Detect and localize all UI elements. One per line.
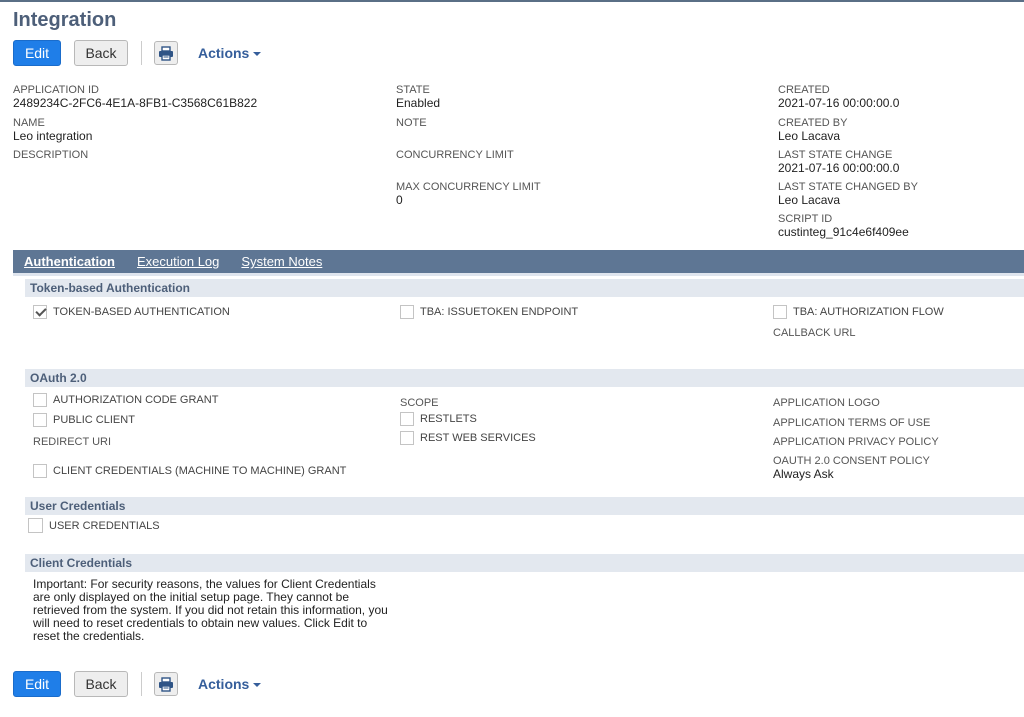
chevron-down-icon <box>253 52 262 56</box>
tba-issuetoken-endpoint-label: TBA: ISSUETOKEN ENDPOINT <box>420 306 579 318</box>
token-based-auth-label: TOKEN-BASED AUTHENTICATION <box>53 306 230 318</box>
note-label: NOTE <box>396 117 427 129</box>
privacy-policy-label: APPLICATION PRIVACY POLICY <box>773 436 939 448</box>
terms-of-use-label: APPLICATION TERMS OF USE <box>773 417 931 429</box>
checkbox-icon <box>33 413 47 427</box>
restlets-checkbox[interactable]: RESTLETS <box>400 412 477 426</box>
max-concurrency-limit-field: MAX CONCURRENCY LIMIT 0 <box>396 181 541 207</box>
last-state-change-field: LAST STATE CHANGE 2021-07-16 00:00:00.0 <box>778 149 899 175</box>
client-credentials-note: Important: For security reasons, the val… <box>33 577 388 643</box>
checkbox-icon <box>773 305 787 319</box>
tab-system-notes[interactable]: System Notes <box>230 250 333 273</box>
checkbox-icon <box>400 412 414 426</box>
token-based-auth-checkbox[interactable]: TOKEN-BASED AUTHENTICATION <box>33 305 230 319</box>
checkbox-checked-icon <box>33 305 47 319</box>
public-client-label: PUBLIC CLIENT <box>53 414 135 426</box>
name-field: NAME Leo integration <box>13 117 92 143</box>
actions-menu[interactable]: Actions <box>198 45 262 61</box>
description-label: DESCRIPTION <box>13 149 89 161</box>
client-credentials-grant-checkbox[interactable]: CLIENT CREDENTIALS (MACHINE TO MACHINE) … <box>33 464 346 478</box>
print-button[interactable] <box>154 672 178 696</box>
last-state-changed-by-value: Leo Lacava <box>778 193 841 207</box>
application-id-field: APPLICATION ID 2489234C-2FC6-4E1A-8FB1-C… <box>13 84 257 110</box>
tab-system-notes-label: System Notes <box>241 254 323 269</box>
tba-authorization-flow-checkbox[interactable]: TBA: AUTHORIZATION FLOW <box>773 305 944 319</box>
created-field: CREATED 2021-07-16 00:00:00.0 <box>778 84 899 110</box>
tba-section-header: Token-based Authentication <box>25 279 1024 297</box>
tab-execution-log-label: Execution Log <box>137 254 220 269</box>
actions-label: Actions <box>198 45 250 61</box>
name-value: Leo integration <box>13 129 93 143</box>
consent-policy-value: Always Ask <box>773 467 834 481</box>
consent-policy-label: OAUTH 2.0 CONSENT POLICY <box>773 455 930 467</box>
restlets-label: RESTLETS <box>420 413 477 425</box>
max-concurrency-limit-label: MAX CONCURRENCY LIMIT <box>396 181 541 193</box>
rest-web-services-checkbox[interactable]: REST WEB SERVICES <box>400 431 536 445</box>
tab-authentication[interactable]: Authentication <box>13 250 126 273</box>
state-value: Enabled <box>396 96 441 110</box>
note-field: NOTE <box>396 117 427 130</box>
created-value: 2021-07-16 00:00:00.0 <box>778 96 900 110</box>
application-logo-label: APPLICATION LOGO <box>773 397 880 409</box>
tba-authorization-flow-label: TBA: AUTHORIZATION FLOW <box>793 306 944 318</box>
checkbox-icon <box>400 305 414 319</box>
rest-web-services-label: REST WEB SERVICES <box>420 432 536 444</box>
public-client-checkbox[interactable]: PUBLIC CLIENT <box>33 413 135 427</box>
tab-execution-log[interactable]: Execution Log <box>126 250 230 273</box>
authorization-code-grant-label: AUTHORIZATION CODE GRANT <box>53 394 219 406</box>
checkbox-icon <box>33 464 47 478</box>
toolbar-divider <box>141 672 142 696</box>
script-id-field: SCRIPT ID custinteg_91c4e6f409ee <box>778 213 909 239</box>
actions-menu[interactable]: Actions <box>198 676 262 692</box>
printer-icon <box>159 676 173 692</box>
printer-icon <box>159 45 173 61</box>
subtab-bar: Authentication Execution Log System Note… <box>13 250 1024 273</box>
max-concurrency-limit-value: 0 <box>396 193 403 207</box>
last-state-changed-by-field: LAST STATE CHANGED BY Leo Lacava <box>778 181 918 207</box>
edit-button[interactable]: Edit <box>13 40 61 66</box>
toolbar-divider <box>141 41 142 65</box>
page-title: Integration <box>13 9 117 31</box>
client-credentials-grant-label: CLIENT CREDENTIALS (MACHINE TO MACHINE) … <box>53 465 347 477</box>
client-credentials-section-header: Client Credentials <box>25 554 1024 572</box>
concurrency-limit-field: CONCURRENCY LIMIT <box>396 149 514 162</box>
last-state-change-value: 2021-07-16 00:00:00.0 <box>778 161 900 175</box>
user-credentials-checkbox[interactable]: USER CREDENTIALS <box>28 518 160 533</box>
checkbox-icon <box>33 393 47 407</box>
created-by-value: Leo Lacava <box>778 129 841 143</box>
back-button[interactable]: Back <box>74 671 128 697</box>
oauth-section-header: OAuth 2.0 <box>25 369 1024 387</box>
state-field: STATE Enabled <box>396 84 440 110</box>
created-by-field: CREATED BY Leo Lacava <box>778 117 847 143</box>
user-credentials-label: USER CREDENTIALS <box>49 519 160 532</box>
scope-label: SCOPE <box>400 397 439 409</box>
tab-content-border <box>13 273 1024 276</box>
print-button[interactable] <box>154 41 178 65</box>
actions-label: Actions <box>198 676 250 692</box>
callback-url-label: CALLBACK URL <box>773 327 856 339</box>
script-id-value: custinteg_91c4e6f409ee <box>778 225 909 239</box>
user-credentials-section-header: User Credentials <box>25 497 1024 515</box>
tab-authentication-label: Authentication <box>24 254 115 269</box>
edit-button[interactable]: Edit <box>13 671 61 697</box>
checkbox-icon <box>28 518 43 533</box>
authorization-code-grant-checkbox[interactable]: AUTHORIZATION CODE GRANT <box>33 393 218 407</box>
application-id-value: 2489234C-2FC6-4E1A-8FB1-C3568C61B822 <box>13 96 258 110</box>
checkbox-icon <box>400 431 414 445</box>
tba-issuetoken-endpoint-checkbox[interactable]: TBA: ISSUETOKEN ENDPOINT <box>400 305 578 319</box>
redirect-uri-label: REDIRECT URI <box>33 436 112 448</box>
description-field: DESCRIPTION <box>13 149 88 162</box>
top-toolbar: Edit Back Actions <box>13 40 262 66</box>
bottom-toolbar: Edit Back Actions <box>13 671 262 697</box>
back-button[interactable]: Back <box>74 40 128 66</box>
concurrency-limit-label: CONCURRENCY LIMIT <box>396 149 514 161</box>
chevron-down-icon <box>253 683 262 687</box>
